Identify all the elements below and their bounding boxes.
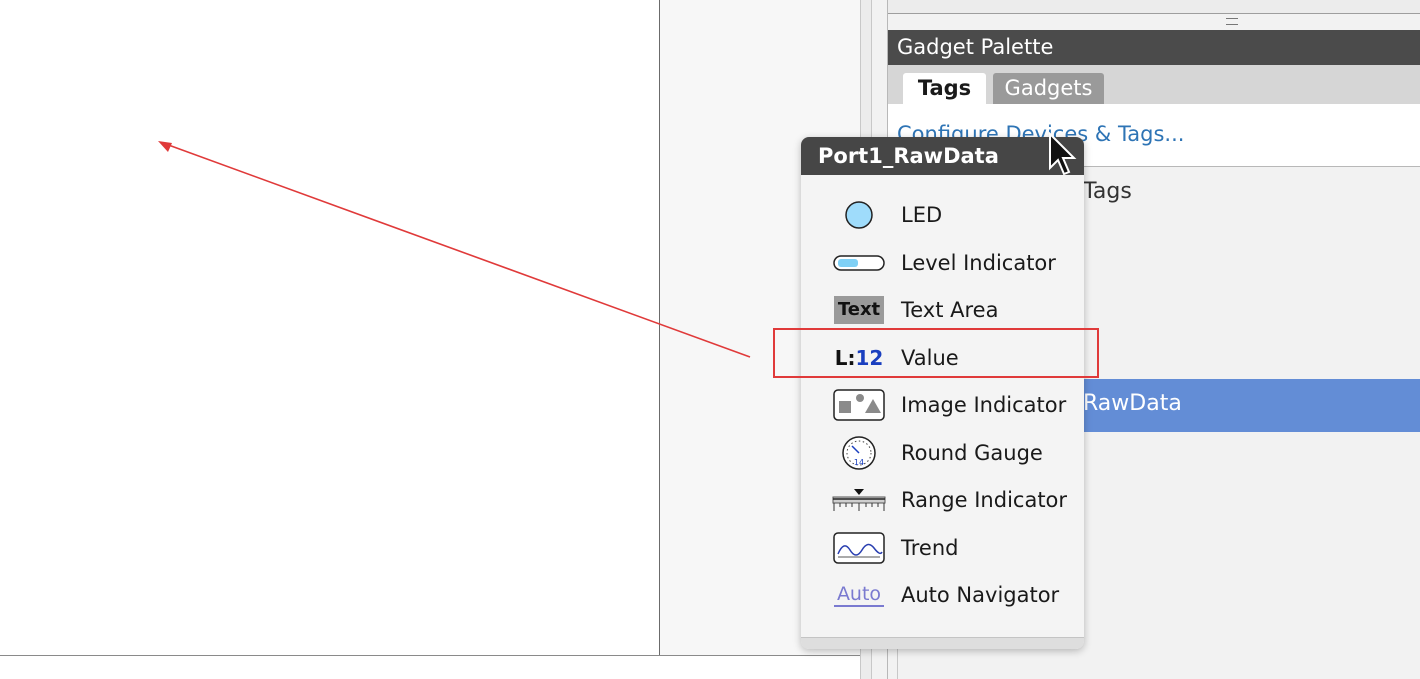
tag-list-item-label: RawData (1083, 391, 1182, 416)
gadget-palette-tabs: Tags Gadgets (888, 65, 1420, 104)
menu-item-led[interactable]: LED (801, 192, 1084, 238)
led-icon (832, 198, 886, 232)
text-area-icon: Text (832, 293, 886, 327)
design-canvas[interactable] (0, 0, 660, 656)
range-indicator-icon (832, 483, 886, 517)
popup-title: Port1_RawData (801, 137, 1084, 175)
level-indicator-icon (832, 246, 886, 280)
menu-item-round-gauge[interactable]: 14 Round Gauge (801, 430, 1084, 476)
trend-icon (832, 531, 886, 565)
gadget-popup-menu: Port1_RawData LED Level Indicator Text T… (801, 137, 1084, 649)
auto-navigator-icon: Auto (832, 578, 886, 612)
auto-navigator-underline (834, 604, 884, 607)
round-gauge-icon-label: 14 (854, 458, 864, 467)
menu-item-text-area[interactable]: Text Text Area (801, 287, 1084, 333)
upper-panel (888, 0, 1420, 14)
text-area-icon-label: Text (834, 296, 884, 324)
menu-item-label: Image Indicator (901, 393, 1067, 417)
auto-navigator-icon-label: Auto (836, 582, 882, 605)
menu-item-label: LED (901, 203, 943, 227)
annotation-highlight-box (773, 328, 1099, 378)
menu-item-label: Text Area (901, 298, 999, 322)
canvas-bottom-border (0, 655, 872, 656)
menu-item-auto-navigator[interactable]: Auto Auto Navigator (801, 572, 1084, 618)
tag-list-item-selected[interactable]: RawData (1050, 379, 1420, 432)
image-indicator-icon (832, 388, 886, 422)
resize-grip-icon[interactable] (1226, 18, 1238, 25)
gadget-palette-title: Gadget Palette (888, 30, 1420, 65)
menu-item-label: Round Gauge (901, 441, 1043, 465)
menu-item-trend[interactable]: Trend (801, 525, 1084, 571)
tab-tags[interactable]: Tags (903, 73, 986, 104)
menu-item-range-indicator[interactable]: Range Indicator (801, 477, 1084, 523)
menu-item-image-indicator[interactable]: Image Indicator (801, 382, 1084, 428)
mouse-cursor-icon (1049, 132, 1077, 176)
tab-gadgets[interactable]: Gadgets (993, 73, 1104, 104)
menu-item-label: Trend (901, 536, 959, 560)
menu-item-label: Auto Navigator (901, 583, 1060, 607)
round-gauge-icon: 14 (832, 436, 886, 470)
menu-item-label: Range Indicator (901, 488, 1068, 512)
menu-item-level-indicator[interactable]: Level Indicator (801, 240, 1084, 286)
popup-footer (801, 637, 1084, 649)
menu-item-label: Level Indicator (901, 251, 1056, 275)
